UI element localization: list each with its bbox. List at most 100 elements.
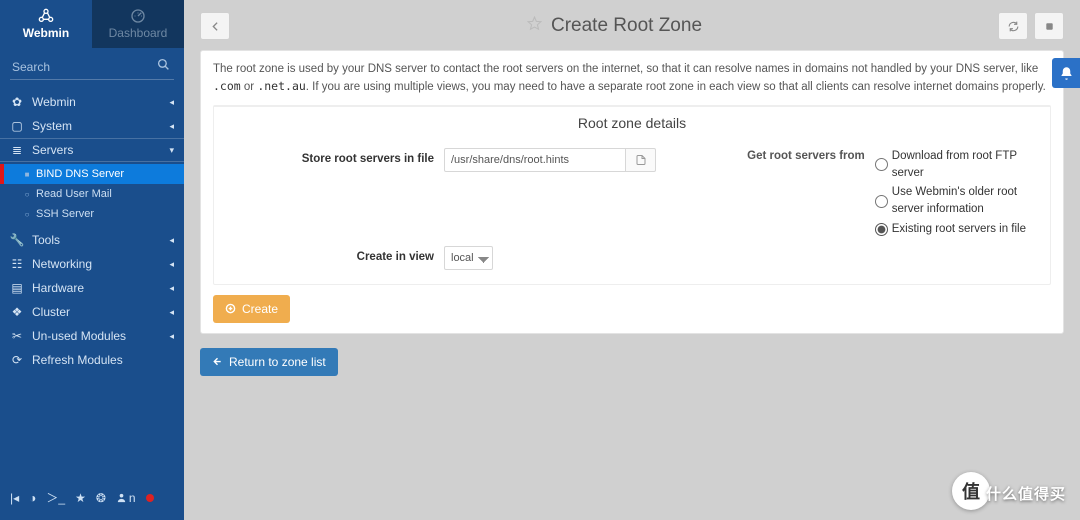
servers-from-radios: Download from root FTP server Use Webmin… bbox=[875, 148, 1040, 238]
moon-icon[interactable]: ◑ bbox=[29, 491, 36, 505]
wrench-icon: 🔧 bbox=[10, 233, 24, 247]
return-button[interactable]: Return to zone list bbox=[200, 348, 338, 376]
sidebar-sub-label: BIND DNS Server bbox=[36, 168, 124, 180]
create-button-label: Create bbox=[242, 302, 278, 316]
sidebar-item-unused[interactable]: ✂ Un-used Modules ◂ bbox=[0, 324, 184, 348]
sidebar-item-label: Servers bbox=[32, 143, 73, 157]
store-file-input[interactable] bbox=[444, 148, 626, 172]
sidebar-tabs: Webmin Dashboard bbox=[0, 0, 184, 48]
watermark-text: 什么值得买 bbox=[986, 483, 1066, 504]
chevron-left-icon: ◂ bbox=[169, 97, 174, 108]
cubes-icon: ❖ bbox=[10, 305, 24, 319]
globe-icon[interactable]: ❂ bbox=[96, 491, 106, 505]
hdd-icon: ▤ bbox=[10, 281, 24, 295]
webmin-logo-icon bbox=[38, 8, 54, 24]
intro-text: The root zone is used by your DNS server… bbox=[213, 61, 1051, 97]
tab-webmin[interactable]: Webmin bbox=[0, 0, 92, 48]
bell-icon bbox=[1059, 66, 1074, 81]
sidebar-nav: ✿ Webmin ◂ ▢ System ◂ ≣ Servers ▾ ■ BIND… bbox=[0, 90, 184, 475]
gear-icon: ✿ bbox=[10, 95, 24, 109]
sidebar-item-tools[interactable]: 🔧 Tools ◂ bbox=[0, 228, 184, 252]
bullet-icon: ○ bbox=[22, 210, 32, 219]
favorite-star-icon[interactable] bbox=[526, 15, 543, 38]
radio-label: Use Webmin's older root server informati… bbox=[892, 184, 1040, 219]
chevron-left-icon: ◂ bbox=[169, 235, 174, 246]
tab-dashboard-label: Dashboard bbox=[109, 26, 168, 40]
sidebar-sub-bind-dns[interactable]: ■ BIND DNS Server bbox=[0, 164, 184, 184]
bullet-icon: ○ bbox=[22, 190, 32, 199]
chevron-left-icon: ◂ bbox=[169, 259, 174, 270]
radio-webmin-older[interactable]: Use Webmin's older root server informati… bbox=[875, 184, 1040, 219]
sidebar-sub-label: SSH Server bbox=[36, 208, 94, 220]
reload-button[interactable] bbox=[998, 12, 1028, 40]
create-button[interactable]: Create bbox=[213, 295, 290, 323]
sidebar-toolbar: |◂ ◑ ＞_ ★ ❂ n bbox=[0, 475, 184, 520]
collapse-icon[interactable]: |◂ bbox=[10, 491, 19, 505]
laptop-icon: ▢ bbox=[10, 119, 24, 133]
user-icon bbox=[116, 492, 127, 503]
radio-label: Existing root servers in file bbox=[892, 221, 1026, 238]
sitemap-icon: ☷ bbox=[10, 257, 24, 271]
sidebar-item-label: Un-used Modules bbox=[32, 329, 126, 343]
page-title: Create Root Zone bbox=[526, 15, 702, 38]
intro-code1: .com bbox=[213, 79, 241, 93]
file-icon bbox=[635, 154, 647, 166]
sidebar-item-label: Tools bbox=[32, 233, 60, 247]
arrow-left-icon bbox=[209, 20, 222, 33]
refresh-icon: ⟳ bbox=[10, 353, 24, 367]
sidebar-item-servers[interactable]: ≣ Servers ▾ bbox=[0, 138, 184, 162]
sidebar-item-webmin[interactable]: ✿ Webmin ◂ bbox=[0, 90, 184, 114]
unlink-icon: ✂ bbox=[10, 329, 24, 343]
dashboard-icon bbox=[130, 8, 146, 24]
sidebar-item-hardware[interactable]: ▤ Hardware ◂ bbox=[0, 276, 184, 300]
stop-button[interactable] bbox=[1034, 12, 1064, 40]
radio-existing[interactable]: Existing root servers in file bbox=[875, 221, 1040, 238]
radio-download[interactable]: Download from root FTP server bbox=[875, 148, 1040, 183]
page-title-text: Create Root Zone bbox=[551, 15, 702, 37]
sidebar-item-label: Refresh Modules bbox=[32, 353, 123, 367]
sidebar-sub-ssh[interactable]: ○ SSH Server bbox=[0, 204, 184, 224]
sidebar-item-label: Webmin bbox=[32, 95, 76, 109]
sidebar-item-cluster[interactable]: ❖ Cluster ◂ bbox=[0, 300, 184, 324]
sidebar-sub-read-mail[interactable]: ○ Read User Mail bbox=[0, 184, 184, 204]
arrow-left-icon bbox=[212, 356, 223, 367]
back-button[interactable] bbox=[200, 12, 230, 40]
return-button-label: Return to zone list bbox=[229, 355, 326, 369]
sidebar-item-networking[interactable]: ☷ Networking ◂ bbox=[0, 252, 184, 276]
watermark-badge: 值 bbox=[952, 472, 990, 510]
chevron-down-icon: ▾ bbox=[169, 145, 174, 156]
search-input[interactable] bbox=[10, 54, 174, 80]
tab-dashboard[interactable]: Dashboard bbox=[92, 0, 184, 48]
user-button[interactable]: n bbox=[116, 491, 136, 505]
intro-code2: .net.au bbox=[257, 79, 305, 93]
sidebar-item-label: Cluster bbox=[32, 305, 70, 319]
chevron-left-icon: ◂ bbox=[169, 307, 174, 318]
star-icon[interactable]: ★ bbox=[75, 491, 86, 505]
sidebar-search bbox=[0, 48, 184, 90]
tab-webmin-label: Webmin bbox=[23, 26, 69, 40]
sidebar-item-refresh[interactable]: ⟳ Refresh Modules bbox=[0, 348, 184, 372]
reload-icon bbox=[1007, 20, 1020, 33]
main-content: Create Root Zone The root zone is used b… bbox=[184, 0, 1080, 520]
server-icon: ≣ bbox=[10, 143, 24, 157]
stop-icon bbox=[1044, 21, 1055, 32]
intro-part1: The root zone is used by your DNS server… bbox=[213, 63, 1038, 75]
bullet-icon: ■ bbox=[22, 170, 32, 179]
sidebar-item-system[interactable]: ▢ System ◂ bbox=[0, 114, 184, 138]
terminal-icon[interactable]: ＞_ bbox=[46, 489, 65, 506]
radio-label: Download from root FTP server bbox=[892, 148, 1040, 183]
file-browse-button[interactable] bbox=[626, 148, 656, 172]
search-icon[interactable] bbox=[157, 58, 170, 74]
chevron-left-icon: ◂ bbox=[169, 283, 174, 294]
sidebar-item-label: System bbox=[32, 119, 72, 133]
plus-circle-icon bbox=[225, 303, 236, 314]
notifications-tab[interactable] bbox=[1052, 58, 1080, 88]
sidebar-item-label: Networking bbox=[32, 257, 92, 271]
record-icon[interactable] bbox=[146, 494, 154, 502]
view-select[interactable]: local bbox=[444, 246, 493, 270]
sidebar-subnav-servers: ■ BIND DNS Server ○ Read User Mail ○ SSH… bbox=[0, 162, 184, 228]
intro-part2: . If you are using multiple views, you m… bbox=[306, 81, 1046, 93]
chevron-left-icon: ◂ bbox=[169, 121, 174, 132]
store-file-label: Store root servers in file bbox=[224, 151, 444, 168]
sidebar: Webmin Dashboard ✿ Webmin ◂ ▢ System ◂ ≣… bbox=[0, 0, 184, 520]
